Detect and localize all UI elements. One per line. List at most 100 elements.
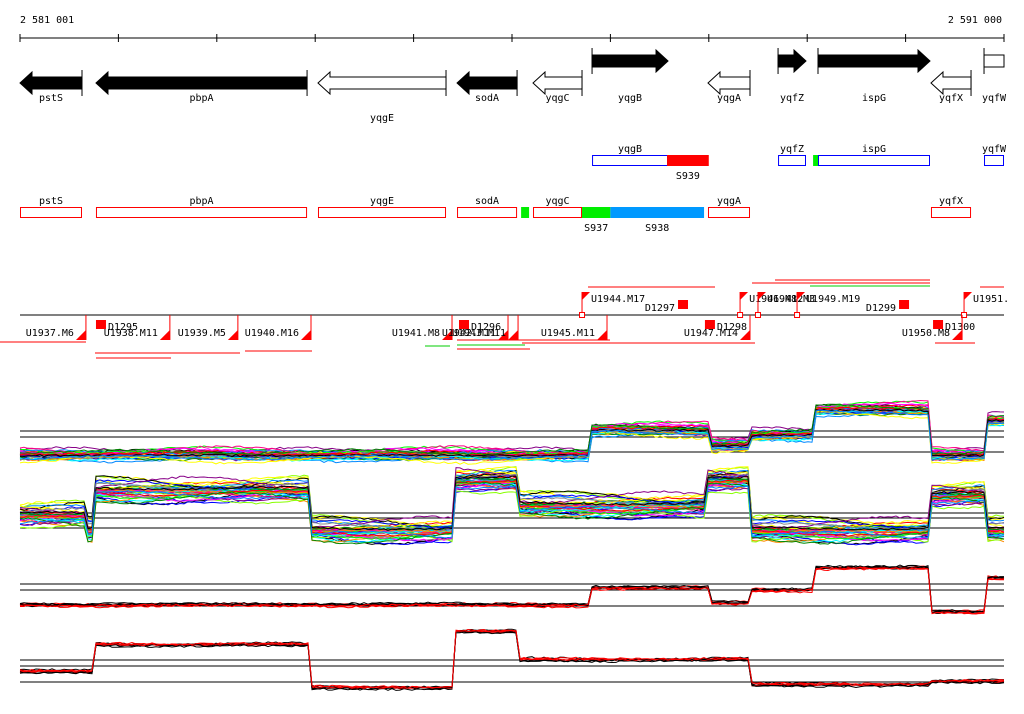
segment-U1951.[interactable]: U1951. — [961, 292, 1010, 318]
segment-flag-icon — [508, 330, 519, 340]
feature-box — [592, 155, 669, 166]
feature-S938[interactable]: S938 — [610, 207, 705, 235]
gene-label: yqfW — [982, 93, 1007, 104]
segment-U1939.M5[interactable]: U1939.M5 — [178, 315, 239, 340]
feature-label: yqgE — [370, 196, 394, 207]
gene-label: yqfZ — [780, 93, 804, 104]
gene-label: yqgA — [717, 93, 741, 104]
feature-label: yqfX — [939, 196, 963, 207]
expression-track-2 — [19, 466, 1005, 546]
expression-profile-line — [19, 628, 1005, 689]
feature-box — [984, 155, 1005, 166]
segment-label: D1297 — [645, 303, 675, 314]
gene-track: pstS pbpA yqgE sodA yqgC yqgB yqgA yqfZ ispG yqfX… — [19, 48, 1007, 124]
segment-U1938.M11[interactable]: U1938.M11 — [104, 315, 171, 340]
feature-yqfW[interactable]: yqfW — [982, 144, 1007, 166]
feature-label: S938 — [645, 223, 669, 234]
segment-flag-icon — [597, 330, 608, 340]
feature-box — [818, 155, 930, 166]
feature-box — [521, 207, 530, 218]
feature-pstS[interactable]: pstS — [20, 196, 82, 218]
feature-yqfZ[interactable]: yqfZ — [778, 144, 806, 166]
gene-yqgA[interactable]: yqgA — [707, 70, 751, 104]
gene-pbpA[interactable]: pbpA — [95, 70, 308, 104]
feature-yqfX[interactable]: yqfX — [930, 196, 972, 218]
feature-box — [930, 207, 972, 218]
expression-profile-line — [19, 629, 1005, 690]
feature-label: yqgA — [717, 196, 741, 207]
segment-track: U1944.M17D1297U1946.M12U1948.M3U1949.M19… — [0, 279, 1010, 359]
segment-D1299[interactable]: D1299 — [866, 300, 910, 314]
segment-flag-icon — [159, 330, 170, 340]
genome-browser-canvas[interactable]: 2 581 001 2 591 000 pstS pbpA yqgE sodA yqgC… — [0, 0, 1024, 714]
gene-yqgB[interactable]: yqgB — [591, 48, 669, 104]
feature-S939[interactable]: S939 — [667, 155, 709, 183]
feature-box — [667, 155, 709, 166]
expression-profile-line — [19, 631, 1005, 691]
gene-yqfX[interactable]: yqfX — [930, 70, 972, 104]
feature-marker[interactable] — [813, 155, 820, 166]
feature-pbpA[interactable]: pbpA — [95, 196, 308, 218]
segment-label: U1945.M11 — [541, 328, 595, 339]
segment-flag-icon — [740, 292, 749, 300]
segment-D1297[interactable]: D1297 — [645, 300, 689, 314]
segment-flag-icon — [227, 330, 238, 340]
feature-yqgB[interactable]: yqgB — [592, 144, 669, 166]
gene-yqgC[interactable]: yqgC — [532, 70, 583, 104]
segment-U1940.M16[interactable]: U1940.M16 — [245, 315, 312, 340]
feature-box — [610, 207, 705, 218]
gene-label: yqgE — [370, 113, 394, 124]
feature-sodA[interactable]: sodA — [457, 196, 518, 218]
feature-yqgE[interactable]: yqgE — [317, 196, 447, 218]
left-arrow-icon — [930, 70, 972, 96]
feature-label: yqfZ — [780, 144, 804, 155]
segment-label: U1939.M5 — [178, 328, 226, 339]
segment-flag-icon — [75, 330, 86, 340]
feature-marker[interactable] — [521, 207, 530, 218]
genome-browser: 2 581 001 2 591 000 pstS pbpA yqgE sodA yqgC… — [0, 0, 1024, 714]
gene-yqfZ[interactable]: yqfZ — [777, 48, 807, 104]
right-arrow-icon — [591, 48, 669, 74]
feature-ispG[interactable]: ispG — [818, 144, 930, 166]
feature-label: sodA — [475, 196, 499, 207]
expression-track-4 — [19, 628, 1005, 691]
gene-yqgE[interactable]: yqgE — [317, 70, 447, 124]
gene-label: yqfX — [939, 93, 963, 104]
segment-label: U1951. — [973, 294, 1009, 305]
feature-label: ispG — [862, 144, 886, 155]
feature-yqgC[interactable]: yqgC — [533, 196, 583, 218]
gene-yqfW[interactable]: yqfW — [982, 48, 1007, 104]
gene-ispG[interactable]: ispG — [817, 48, 931, 104]
segment-flag-icon — [964, 292, 973, 300]
feature-label: pstS — [39, 196, 63, 207]
feature-label: yqfW — [982, 144, 1007, 155]
segment-label: U1944.M17 — [591, 294, 645, 305]
left-arrow-icon — [707, 70, 751, 96]
feature-box — [457, 207, 518, 218]
gene-label: pbpA — [189, 93, 213, 104]
feature-yqgA[interactable]: yqgA — [707, 196, 751, 218]
expression-profile-line — [19, 628, 1004, 690]
segment-label: U1941.M8 — [392, 328, 440, 339]
gene-pstS[interactable]: pstS — [19, 70, 83, 104]
deletion-marker — [899, 300, 910, 309]
feature-box — [582, 207, 611, 218]
feature-S937[interactable]: S937 — [582, 207, 611, 235]
expression-profile-line — [19, 467, 1005, 529]
segment-tick — [737, 312, 744, 318]
gene-sodA[interactable]: sodA — [456, 70, 518, 104]
feature-box — [533, 207, 583, 218]
coordinate-ruler: 2 581 001 2 591 000 — [19, 15, 1005, 42]
deletion-marker — [678, 300, 689, 309]
feature-box — [20, 207, 82, 218]
feature-label: S939 — [676, 171, 700, 182]
segment-label: U1940.M16 — [245, 328, 299, 339]
segment-label: D1299 — [866, 303, 896, 314]
plus-strand-feature-track: yqgB S939 yqfZ ispG yqfW — [592, 144, 1007, 183]
expression-profile-line — [20, 566, 1005, 615]
segment-label: U1937.M6 — [26, 328, 74, 339]
segment-U1944.M17[interactable]: U1944.M17 — [579, 292, 646, 318]
feature-box — [813, 155, 820, 166]
segment-U1937.M6[interactable]: U1937.M6 — [26, 315, 87, 340]
segment-U1945.M11[interactable]: U1945.M11 — [541, 315, 608, 340]
